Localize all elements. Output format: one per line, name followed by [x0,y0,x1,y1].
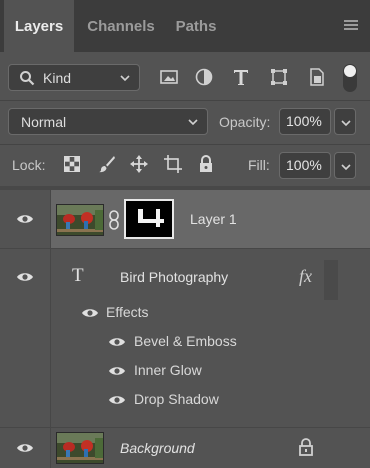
layer-name[interactable]: Background [120,440,195,456]
lock-icon [299,438,313,456]
eye-icon[interactable] [108,336,126,348]
filter-kind-label: Kind [43,69,72,86]
lock-transparent-pixels-icon[interactable] [62,154,82,174]
layer-name[interactable]: Layer 1 [190,211,237,227]
lock-image-pixels-icon[interactable] [97,154,117,174]
layer-name[interactable]: Bird Photography [120,269,228,285]
chevron-down-icon [120,75,130,82]
layer-thumbnail [56,204,104,236]
layers-panel: Layers Channels Paths Kind Normal Opacit… [0,0,370,468]
eye-icon[interactable] [81,307,99,319]
visibility-toggle[interactable] [0,190,50,248]
lock-artboard-icon[interactable] [163,154,183,174]
tab-paths[interactable]: Paths [166,0,226,52]
divider [0,144,370,145]
layer-thumbnail [56,432,104,464]
lock-all-icon[interactable] [196,154,216,174]
fx-icon[interactable]: fx [299,266,312,287]
opacity-label: Opacity: [219,114,271,130]
lock-label: Lock: [12,157,46,173]
divider [0,100,370,101]
shape-filter-icon[interactable] [268,66,290,88]
layer-row-background[interactable]: Background [0,428,370,468]
layer-mask-thumbnail[interactable] [124,199,174,239]
eye-icon[interactable] [108,365,126,377]
layer-row-layer-1[interactable]: Layer 1 [0,190,370,248]
filter-toggle-knob [344,65,356,77]
blend-mode-select[interactable]: Normal [8,108,208,135]
search-icon [20,71,35,86]
chevron-down-icon [188,119,198,126]
link-icon[interactable] [108,210,120,230]
effect-item[interactable]: Inner Glow [134,362,202,378]
eye-icon[interactable] [108,394,126,406]
filter-toggle[interactable] [343,64,357,92]
tab-channels[interactable]: Channels [78,0,164,52]
visibility-toggle[interactable] [0,438,50,458]
scrollbar[interactable] [324,260,338,300]
panel-menu-icon[interactable] [344,20,358,32]
eye-icon [17,273,33,281]
blend-mode-value: Normal [21,114,67,130]
filter-kind-select[interactable]: Kind [8,64,140,91]
opacity-input[interactable]: 100% [279,108,331,135]
fill-label: Fill: [248,157,270,173]
type-filter-icon[interactable] [230,66,252,88]
panel-tab-bar: Layers Channels Paths [0,0,370,52]
column-divider [50,190,51,468]
eye-icon [17,444,33,452]
adjustment-filter-icon[interactable] [193,66,215,88]
fill-input[interactable]: 100% [279,152,331,179]
fill-dropdown[interactable] [334,152,356,179]
chevron-down-icon [341,120,351,127]
smart-object-filter-icon[interactable] [306,66,328,88]
effects-label: Effects [106,304,149,320]
effect-item[interactable]: Bevel & Emboss [134,333,237,349]
visibility-toggle[interactable] [0,267,50,287]
image-filter-icon[interactable] [158,66,180,88]
tab-layers[interactable]: Layers [4,0,74,52]
eye-icon [17,215,33,223]
effect-item[interactable]: Drop Shadow [134,391,219,407]
type-layer-icon: T [72,265,84,286]
layer-row-text[interactable]: T Bird Photography fx Effects Bevel & Em… [0,249,370,427]
chevron-down-icon [341,164,351,171]
lock-position-icon[interactable] [129,154,149,174]
opacity-dropdown[interactable] [334,108,356,135]
